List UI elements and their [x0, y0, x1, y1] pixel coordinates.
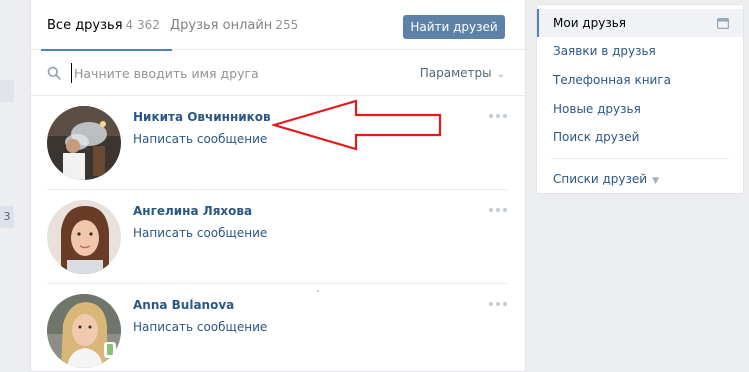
- avatar[interactable]: [47, 106, 121, 180]
- mobile-icon: [104, 342, 116, 358]
- sidebar-item-label: Заявки в друзья: [553, 44, 656, 58]
- friend-row: Ангелина Ляхова Написать сообщение: [47, 190, 507, 284]
- sidebar-item-label: Телефонная книга: [553, 73, 671, 87]
- tab-all-count: 4 362: [125, 18, 160, 32]
- sidebar-item-label: Списки друзей: [553, 172, 648, 186]
- more-icon[interactable]: [489, 300, 507, 308]
- sidebar-item-phonebook[interactable]: Телефонная книга: [537, 66, 743, 94]
- left-nav-stub: [0, 80, 14, 102]
- friend-row: Anna Bulanova Написать сообщение: [47, 284, 507, 371]
- red-arrow-annotation: [272, 99, 442, 151]
- more-icon[interactable]: [489, 206, 507, 214]
- sidebar-divider: [551, 158, 729, 159]
- search-icon: [47, 66, 61, 80]
- tab-online-count: 255: [275, 18, 299, 32]
- write-message-link[interactable]: Написать сообщение: [133, 320, 267, 334]
- decorative-dot: [317, 290, 319, 292]
- tab-all-label: Все друзья: [47, 18, 123, 33]
- tab-online-label: Друзья онлайн: [170, 18, 273, 33]
- sidebar-item-label: Мои друзья: [553, 16, 626, 30]
- sidebar-item-new-friends[interactable]: Новые друзья: [537, 95, 743, 123]
- more-icon[interactable]: [489, 112, 507, 120]
- chevron-down-icon: ⌄: [496, 69, 505, 80]
- friend-name[interactable]: Никита Овчинников: [133, 110, 271, 124]
- friend-name[interactable]: Anna Bulanova: [133, 298, 234, 312]
- friend-search-input[interactable]: [71, 63, 401, 83]
- friend-name[interactable]: Ангелина Ляхова: [133, 204, 252, 218]
- write-message-link[interactable]: Написать сообщение: [133, 226, 267, 240]
- tab-all-friends[interactable]: Все друзья 4 362: [41, 0, 172, 51]
- tab-online-friends[interactable]: Друзья онлайн 255: [170, 0, 298, 50]
- friends-panel: Все друзья 4 362 Друзья онлайн 255 Найти д…: [30, 0, 526, 372]
- sidebar-item-my-friends[interactable]: Мои друзья: [537, 9, 743, 37]
- sidebar-item-find-friends[interactable]: Поиск друзей: [537, 123, 743, 151]
- sidebar-item-requests[interactable]: Заявки в друзья: [537, 37, 743, 65]
- sidebar-item-friend-lists[interactable]: Списки друзей ▼: [537, 165, 743, 193]
- avatar[interactable]: [47, 200, 121, 274]
- search-params-button[interactable]: Параметры ⌄: [420, 64, 505, 84]
- friends-sidebar: Мои друзья Заявки в друзья Телефонная кн…: [536, 4, 744, 194]
- params-label: Параметры: [419, 66, 492, 80]
- write-message-link[interactable]: Написать сообщение: [133, 132, 267, 146]
- search-row: Параметры ⌄: [31, 50, 525, 96]
- find-friends-button[interactable]: Найти друзей: [403, 15, 505, 39]
- sidebar-item-label: Поиск друзей: [553, 130, 640, 144]
- triangle-down-icon: ▼: [652, 176, 659, 186]
- left-counter-badge: 3: [0, 206, 14, 228]
- tabs-bar: Все друзья 4 362 Друзья онлайн 255 Найти д…: [31, 0, 525, 51]
- sidebar-item-label: Новые друзья: [553, 102, 641, 116]
- calendar-icon[interactable]: [717, 17, 729, 29]
